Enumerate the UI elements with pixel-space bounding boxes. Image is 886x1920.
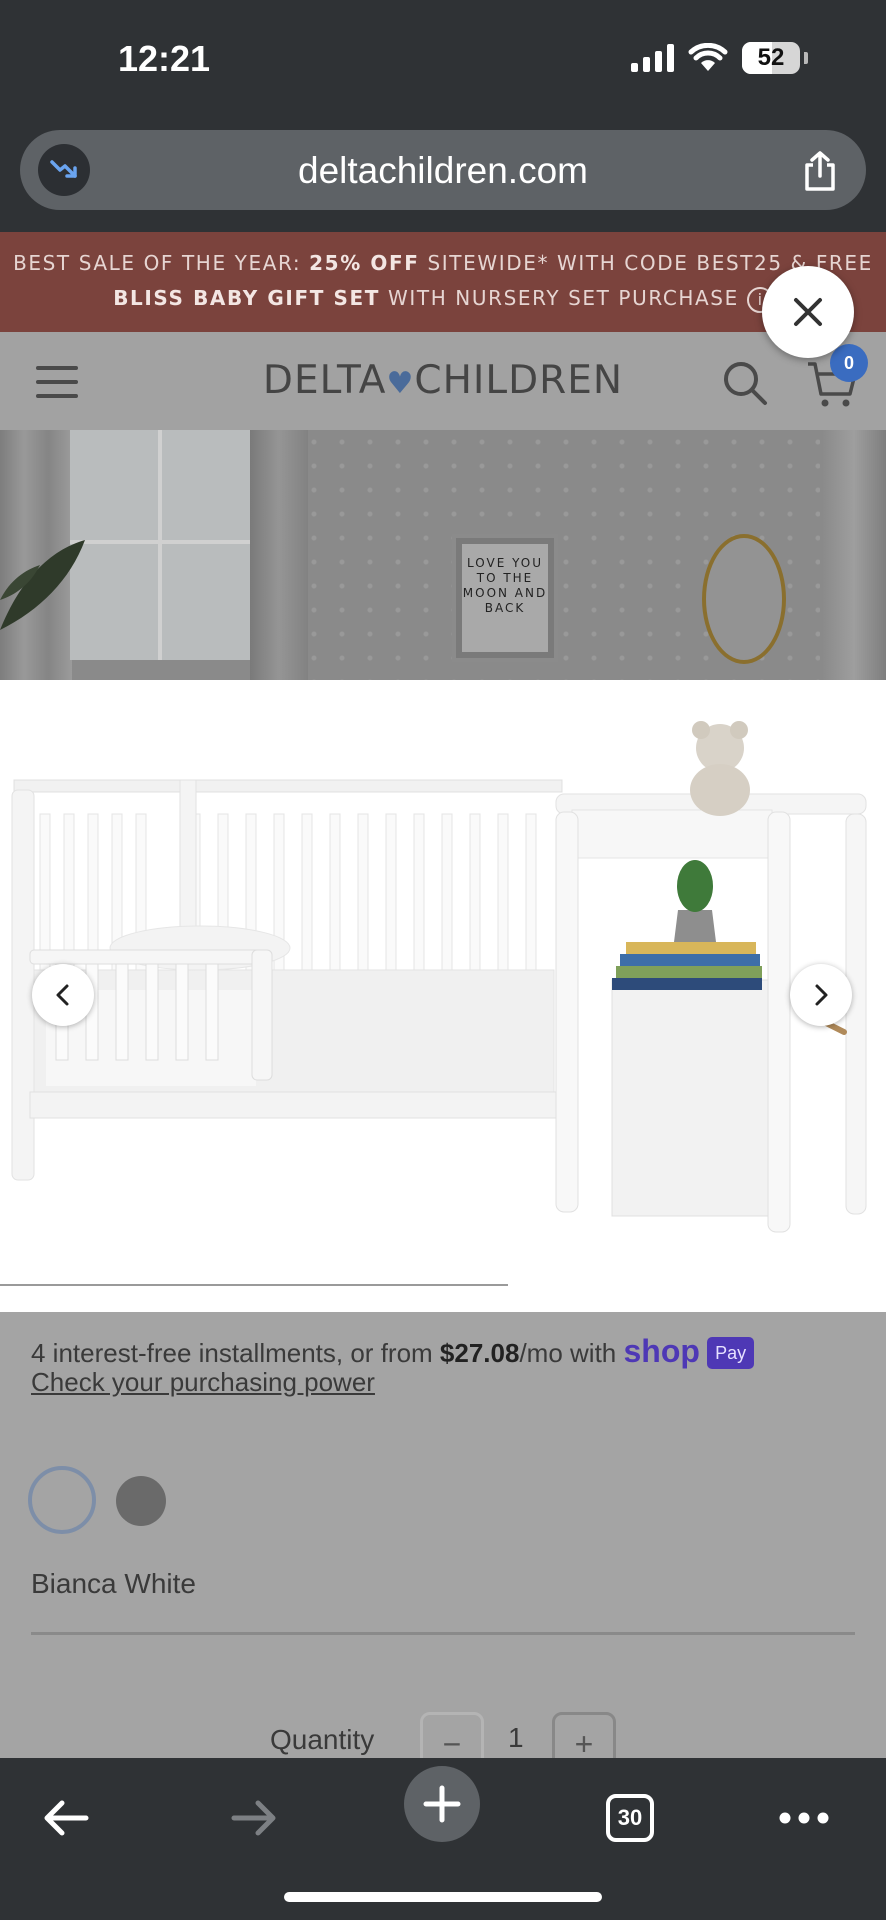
divider — [31, 1632, 855, 1635]
chevron-right-icon — [815, 984, 828, 1006]
quantity-increase-button[interactable]: + — [552, 1712, 616, 1758]
back-button[interactable] — [28, 1780, 104, 1856]
status-time: 12:21 — [118, 38, 211, 79]
room-hero-image: LOVE YOU TO THE MOON AND BACK — [0, 430, 886, 680]
installments-text: 4 interest-free installments, or from $2… — [31, 1333, 755, 1369]
product-details: 4 interest-free installments, or from $2… — [0, 1312, 886, 1758]
quantity-value: 1 — [508, 1722, 524, 1753]
quantity-label: Quantity — [270, 1724, 375, 1755]
promo-banner[interactable]: BEST SALE OF THE YEAR: 25% OFF SITEWIDE*… — [0, 232, 886, 332]
plant-leaf — [0, 540, 85, 630]
forward-button[interactable] — [216, 1780, 292, 1856]
carousel-next-button[interactable] — [790, 964, 852, 1026]
shop-pay-logo: shop — [623, 1333, 700, 1369]
arrow-left-icon — [44, 1800, 89, 1836]
tabs-button[interactable]: 30 — [592, 1780, 668, 1856]
close-icon — [794, 298, 822, 326]
close-button[interactable] — [762, 266, 854, 358]
share-icon[interactable] — [800, 150, 840, 192]
color-swatch-gray[interactable] — [116, 1476, 166, 1526]
promo-text: WITH NURSERY SET PURCHASE — [380, 286, 739, 310]
promo-gift: BLISS BABY GIFT SET — [113, 286, 381, 310]
carousel-prev-button[interactable] — [32, 964, 94, 1026]
promo-text: BEST SALE OF THE YEAR: — [13, 251, 310, 275]
battery-tip — [804, 52, 808, 64]
more-menu-button[interactable] — [766, 1780, 842, 1856]
plus-icon — [423, 1785, 461, 1823]
wifi-icon — [688, 43, 728, 71]
window — [70, 430, 250, 660]
crib-product-image — [11, 721, 867, 1233]
quantity-decrease-button[interactable]: − — [420, 1712, 484, 1758]
search-icon[interactable] — [722, 360, 768, 406]
home-indicator — [284, 1892, 602, 1902]
tab-count: 30 — [606, 1794, 654, 1842]
cart-count-badge: 0 — [830, 344, 868, 382]
installment-price: $27.08 — [439, 1338, 520, 1368]
browser-toolbar: 30 — [0, 1758, 886, 1920]
browser-address-area: deltachildren.com — [0, 120, 886, 232]
color-swatch-white[interactable] — [28, 1466, 96, 1534]
pay-badge: Pay — [707, 1337, 755, 1369]
promo-discount: 25% OFF — [309, 251, 420, 275]
wall-art-frame: LOVE YOU TO THE MOON AND BACK — [452, 534, 558, 662]
address-bar[interactable]: deltachildren.com — [20, 130, 866, 210]
cellular-signal-icon — [631, 44, 674, 72]
status-icons: 52 — [631, 42, 808, 74]
selected-color-name: Bianca White — [31, 1568, 196, 1599]
product-image-carousel[interactable] — [0, 680, 886, 1312]
promo-line-1: BEST SALE OF THE YEAR: 25% OFF SITEWIDE*… — [0, 246, 886, 281]
carousel-progress-bar — [0, 1284, 508, 1286]
new-tab-button[interactable] — [404, 1766, 480, 1842]
curtain-right — [822, 430, 886, 680]
promo-line-2: BLISS BABY GIFT SET WITH NURSERY SET PUR… — [0, 281, 886, 316]
status-bar: 12:21 52 — [0, 0, 886, 120]
arrow-right-icon — [231, 1800, 276, 1836]
more-dots-icon — [779, 1812, 829, 1824]
url-text: deltachildren.com — [298, 150, 588, 191]
battery-icon: 52 — [742, 42, 800, 74]
round-mirror — [702, 534, 786, 664]
check-purchasing-power-link[interactable]: Check your purchasing power — [31, 1367, 375, 1398]
wall-art-text: LOVE YOU TO THE MOON AND BACK — [462, 544, 548, 652]
chevron-left-icon — [56, 984, 69, 1006]
site-header: DELTA♥CHILDREN — [0, 332, 886, 430]
battery-percent: 52 — [757, 44, 785, 71]
